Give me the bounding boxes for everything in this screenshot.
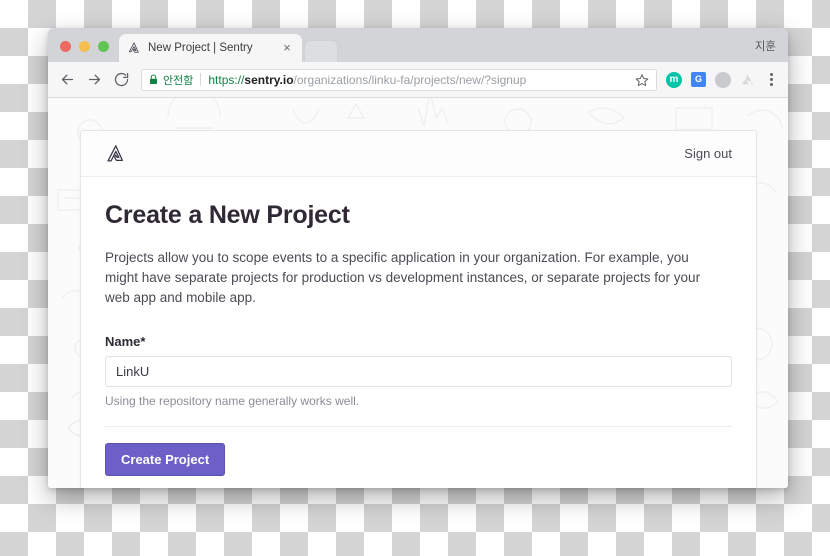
window-controls (48, 41, 119, 62)
project-name-input[interactable] (105, 356, 732, 387)
screenshot-canvas: New Project | Sentry × 지훈 안전함 https://se… (0, 0, 830, 556)
menu-dot (769, 73, 773, 76)
browser-toolbar: 안전함 https://sentry.io/organizations/link… (48, 62, 788, 98)
drive-glyph (741, 73, 754, 84)
reload-icon[interactable] (112, 71, 130, 89)
sentry-logo (107, 144, 123, 162)
browser-tab-active[interactable]: New Project | Sentry × (119, 34, 302, 62)
name-field-label: Name* (105, 334, 146, 349)
create-project-card: Sign out Create a New Project Projects a… (80, 130, 757, 488)
lock-icon (149, 74, 158, 84)
extension-icon-m[interactable]: m (666, 71, 682, 88)
page-description: Projects allow you to scope events to a … (105, 250, 701, 305)
card-header: Sign out (81, 131, 756, 177)
forward-arrow-icon[interactable] (85, 71, 103, 89)
star-icon[interactable] (635, 73, 649, 87)
page-viewport: Sign out Create a New Project Projects a… (48, 98, 788, 488)
url-path: /organizations/linku-fa/projects/new/?si… (293, 72, 527, 87)
menu-dot (769, 78, 773, 81)
maximize-window-button[interactable] (98, 41, 109, 52)
browser-tab-inactive[interactable] (304, 40, 338, 62)
form-divider (105, 426, 732, 427)
address-bar[interactable]: 안전함 https://sentry.io/organizations/link… (141, 68, 657, 91)
tab-title: New Project | Sentry (148, 42, 253, 54)
three-dot-menu-icon[interactable] (764, 73, 778, 86)
close-tab-button[interactable]: × (280, 41, 294, 55)
card-body: Create a New Project Projects allow you … (81, 177, 756, 488)
extension-icon-translate[interactable]: G (691, 72, 706, 87)
menu-dot (769, 83, 773, 86)
browser-window: New Project | Sentry × 지훈 안전함 https://se… (48, 28, 788, 488)
create-project-button[interactable]: Create Project (105, 443, 226, 476)
name-field-help-text: Using the repository name generally work… (105, 394, 360, 408)
sentry-favicon (128, 42, 139, 53)
url-host: sentry.io (244, 72, 294, 87)
browser-tab-strip: New Project | Sentry × 지훈 (48, 28, 788, 62)
google-drive-icon[interactable] (740, 73, 755, 87)
minimize-window-button[interactable] (79, 41, 90, 52)
browser-profile-name[interactable]: 지훈 (755, 38, 788, 62)
url-scheme: https:// (208, 72, 245, 87)
omnibox-separator (200, 73, 202, 86)
extension-icon-generic[interactable] (715, 71, 731, 88)
close-window-button[interactable] (60, 41, 71, 52)
address-bar-url: https://sentry.io/organizations/linku-fa… (208, 73, 630, 87)
back-arrow-icon[interactable] (58, 71, 76, 89)
sign-out-link[interactable]: Sign out (684, 146, 732, 161)
page-title: Create a New Project (105, 201, 350, 229)
secure-label: 안전함 (163, 74, 194, 87)
